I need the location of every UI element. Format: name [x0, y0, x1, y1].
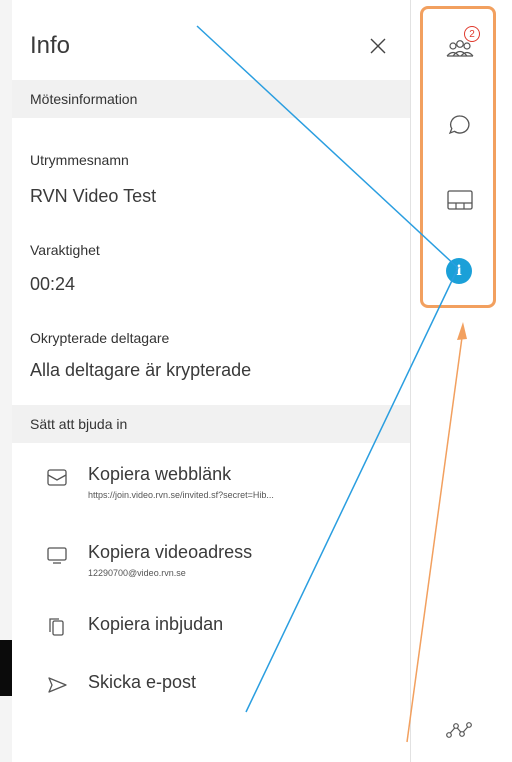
chat-button[interactable]	[440, 104, 480, 144]
monitor-icon	[47, 547, 67, 564]
info-button[interactable]: i	[446, 258, 472, 284]
field-value-room-name: RVN Video Test	[30, 186, 157, 206]
close-button[interactable]	[366, 34, 390, 58]
network-icon	[446, 722, 472, 738]
send-icon	[48, 677, 67, 693]
invite-item-subtitle: https://join.video.rvn.se/invited.sf?sec…	[88, 490, 274, 500]
panel-title: Info	[30, 32, 71, 59]
section-header-invite: Sätt att bjuda in	[12, 405, 410, 443]
field-label-duration: Varaktighet	[30, 242, 100, 258]
send-email-button[interactable]: Skicka e-post	[46, 672, 396, 702]
copy-invitation-button[interactable]: Kopiera inbjudan	[46, 614, 396, 644]
invite-item-title: Kopiera webblänk	[88, 464, 232, 484]
field-label-unencrypted: Okrypterade deltagare	[30, 330, 170, 346]
copy-icon	[49, 618, 64, 636]
participants-count-badge: 2	[464, 26, 480, 42]
invite-item-title: Kopiera videoadress	[88, 542, 253, 562]
invite-item-title: Skicka e-post	[88, 672, 197, 692]
close-icon	[370, 38, 386, 54]
section-header-meeting-info: Mötesinformation	[12, 80, 410, 118]
section-title: Mötesinformation	[30, 91, 138, 107]
panel-divider	[410, 0, 411, 762]
layout-button[interactable]	[440, 180, 480, 220]
annotation-arrowhead-orange	[457, 322, 467, 340]
chat-icon	[448, 115, 470, 135]
copy-web-link-button[interactable]: Kopiera webblänk https://join.video.rvn.…	[46, 464, 396, 510]
invite-item-title: Kopiera inbjudan	[88, 614, 224, 634]
layout-icon	[447, 190, 473, 210]
envelope-icon	[47, 469, 67, 486]
field-value-duration: 00:24	[30, 274, 76, 294]
field-value-unencrypted: Alla deltagare är krypterade	[30, 360, 252, 380]
invite-item-subtitle: 12290700@video.rvn.se	[88, 568, 186, 578]
network-status-button[interactable]	[444, 716, 474, 742]
annotation-arrow-orange	[406, 329, 464, 743]
section-title: Sätt att bjuda in	[30, 416, 128, 432]
field-label-room-name: Utrymmesnamn	[30, 152, 129, 168]
copy-video-address-button[interactable]: Kopiera videoadress 12290700@video.rvn.s…	[46, 542, 396, 588]
